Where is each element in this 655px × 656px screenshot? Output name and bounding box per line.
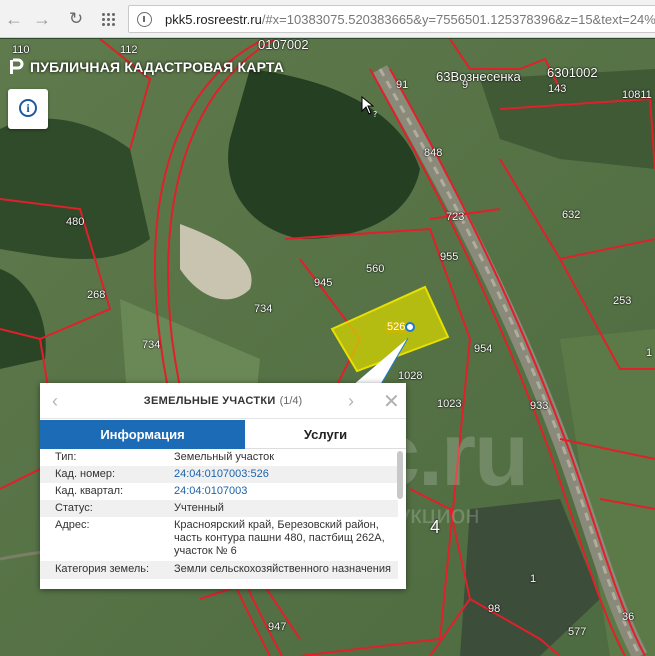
forward-arrow-icon[interactable]: → — [30, 7, 54, 31]
popup-pointer — [352, 338, 409, 386]
map-label: 6301002 — [547, 65, 598, 80]
map-label: 0107002 — [258, 39, 309, 52]
back-arrow-icon[interactable]: ← — [2, 7, 26, 31]
parcel-info-popup: ‹ ЗЕМЕЛЬНЫЕ УЧАСТКИ (1/4) › ✕ Информация … — [40, 383, 406, 589]
map-label: 577 — [568, 626, 587, 638]
tab-information[interactable]: Информация — [40, 420, 245, 449]
map-label: 112 — [120, 44, 138, 56]
map-label: 954 — [474, 343, 493, 355]
close-icon[interactable]: ✕ — [383, 389, 400, 414]
map-label: 734 — [254, 303, 273, 315]
row-value: Земли сельскохозяйственного назначения — [174, 563, 391, 575]
row-value: Красноярский край, Березовский район, ча… — [174, 519, 385, 557]
row-value: Учтенный — [174, 502, 224, 514]
map-label: 253 — [613, 295, 632, 307]
map-label: 10811 — [622, 89, 652, 101]
popup-title-text: ЗЕМЕЛЬНЫЕ УЧАСТКИ — [143, 395, 276, 407]
table-row: Статус: Учтенный — [40, 500, 398, 517]
address-bar[interactable]: pkk5.rosreestr.ru/#x=10383075.520383665&… — [128, 5, 655, 33]
map-label: 955 — [440, 251, 459, 263]
map-label: 9 — [462, 79, 469, 91]
map-title: ПУБЛИЧНАЯ КАДАСТРОВАЯ КАРТА — [30, 59, 285, 75]
map-logo[interactable]: ПУБЛИЧНАЯ КАДАСТРОВАЯ КАРТА — [8, 58, 284, 76]
map-label: 98 — [488, 603, 501, 615]
svg-text:?: ? — [373, 110, 377, 118]
info-button[interactable]: i — [8, 89, 48, 129]
table-row: Кад. номер: 24:04:0107003:526 — [40, 466, 398, 483]
url-rest: /#x=10383075.520383665&y=7556501.1253783… — [261, 12, 655, 27]
cadastral-quarter-link[interactable]: 24:04:0107003 — [174, 485, 394, 498]
popup-counter: (1/4) — [279, 395, 303, 407]
row-key: Кад. номер: — [55, 468, 116, 480]
map-label: 110 — [12, 44, 30, 56]
row-key: Статус: — [55, 502, 93, 514]
map-label: 945 — [314, 277, 333, 289]
popup-tabs: Информация Услуги — [40, 420, 406, 449]
table-row: Кад. квартал: 24:04:0107003 — [40, 483, 398, 500]
row-key: Адрес: — [55, 519, 90, 531]
map-label: 63Вознесенка — [436, 69, 521, 84]
browser-toolbar: ← → ↻ pkk5.rosreestr.ru/#x=10383075.5203… — [0, 0, 655, 38]
map-label: 91 — [396, 79, 409, 91]
reload-icon[interactable]: ↻ — [64, 7, 88, 31]
table-row: Адрес: Красноярский край, Березовский ра… — [40, 517, 398, 561]
table-row: Категория земель: Земли сельскохозяйстве… — [40, 561, 398, 579]
map-label: 632 — [562, 209, 581, 221]
info-icon: i — [19, 99, 37, 117]
popup-scrollbar[interactable] — [397, 451, 403, 499]
parcel-number-label: 526 — [385, 321, 408, 333]
map-label: 947 — [268, 621, 287, 633]
cadastral-number-link[interactable]: 24:04:0107003:526 — [174, 468, 394, 481]
map-label: 268 — [87, 289, 106, 301]
page-info-icon[interactable] — [137, 12, 152, 27]
row-value: Земельный участок — [174, 451, 275, 463]
row-key: Категория земель: — [55, 563, 150, 575]
rosreestr-logo-icon — [10, 58, 24, 74]
map-label: 734 — [142, 339, 161, 351]
address-text[interactable]: pkk5.rosreestr.ru/#x=10383075.520383665&… — [165, 12, 655, 27]
tab-services[interactable]: Услуги — [245, 420, 406, 449]
map-label: 848 — [424, 147, 443, 159]
map-label: 723 — [446, 211, 465, 223]
map-label: 560 — [366, 263, 385, 275]
mouse-cursor-icon: ? — [361, 96, 377, 118]
map-label: 933 — [530, 400, 549, 412]
next-chevron-icon[interactable]: › — [348, 391, 354, 412]
popup-header: ‹ ЗЕМЕЛЬНЫЕ УЧАСТКИ (1/4) › ✕ — [40, 383, 406, 419]
url-host: pkk5.rosreestr.ru — [165, 12, 262, 27]
map-label: 1 — [646, 347, 653, 359]
map-label: 143 — [548, 83, 567, 95]
table-row: Тип: Земельный участок — [40, 449, 398, 466]
map-label: 1 — [530, 573, 537, 585]
map-label: 480 — [66, 216, 85, 228]
row-key: Кад. квартал: — [55, 485, 124, 497]
location-marker-icon[interactable] — [405, 322, 415, 332]
row-key: Тип: — [55, 451, 77, 463]
apps-grid-icon[interactable] — [101, 12, 115, 26]
info-table: Тип: Земельный участок Кад. номер: 24:04… — [40, 449, 398, 579]
map-label: 36 — [622, 611, 635, 623]
